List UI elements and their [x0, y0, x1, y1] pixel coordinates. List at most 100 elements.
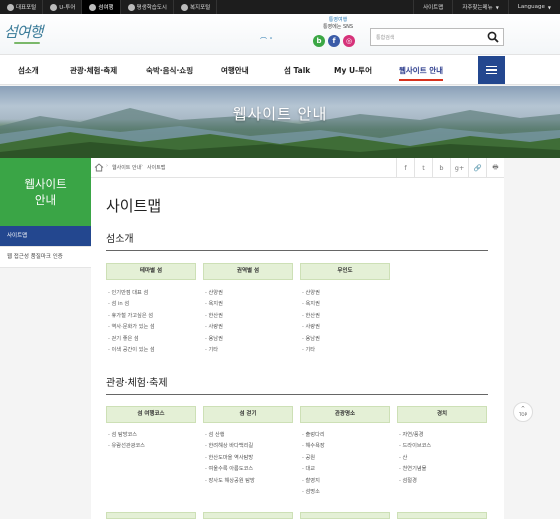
- sitemap-link[interactable]: 욕지권: [300, 299, 392, 310]
- sitemap-link[interactable]: 촬영지: [300, 476, 392, 487]
- topbar-link-learning[interactable]: 평생학습도시: [121, 0, 174, 14]
- sitemap-link[interactable]: 역사·문화가 있는 섬: [106, 322, 198, 333]
- search-icon[interactable]: [487, 31, 499, 43]
- hamburger-menu-icon[interactable]: [478, 56, 505, 84]
- sitemap-link[interactable]: 걷기 좋은 섬: [106, 334, 198, 345]
- sitemap-link[interactable]: 인기만점 대표 섬: [106, 288, 198, 299]
- main-navigation: 섬소개 관광·체험·축제 숙박·음식·쇼핑 여행안내 섬 Talk My U-투…: [0, 54, 560, 85]
- sitemap-link[interactable]: 섬명소: [300, 487, 392, 498]
- sns-links: b f ◎: [313, 35, 355, 47]
- hero-banner: 웹사이트 안내: [0, 86, 560, 158]
- sitemap-category-header[interactable]: 무인도: [300, 263, 390, 280]
- sitemap-link[interactable]: 기타: [203, 345, 295, 356]
- content-area: › 웹사이트 안내 › 사이트맵 f t b g+ 🔗 🖶 사이트맵 섬소개 테…: [91, 158, 504, 519]
- section-title: 관광·체험·축제: [106, 374, 488, 395]
- sitemap-category-header[interactable]: 관광명소: [300, 406, 390, 423]
- facebook-icon[interactable]: f: [328, 35, 340, 47]
- breadcrumb-current: 사이트맵: [147, 165, 166, 171]
- sitemap-link-list: 섬 산행 한려해상 바다백리길 한산도마을 역사탐방 여울수록 아름도코스 장사…: [203, 430, 295, 487]
- chevron-right-icon: ›: [141, 163, 143, 169]
- topbar-link-island[interactable]: 섬여행: [82, 0, 121, 14]
- sitemap-link[interactable]: 한려해상 바다백리길: [203, 441, 295, 452]
- sitemap-link[interactable]: 욕지권: [203, 299, 295, 310]
- sitemap-link-list: 산양권 욕지권 한산권 사량권 용남권 기타: [203, 288, 295, 356]
- topbar-link-welfare[interactable]: 복지포털: [174, 0, 218, 14]
- sitemap-category-header[interactable]: 섬 걷기: [203, 406, 293, 423]
- print-icon[interactable]: 🖶: [486, 158, 504, 178]
- language-dropdown[interactable]: Language ▼: [507, 0, 560, 14]
- share-tools: f t b g+ 🔗 🖶: [396, 158, 504, 178]
- sitemap-link[interactable]: 드라이브코스: [397, 441, 489, 452]
- sitemap-category-header[interactable]: 권역별 섬: [203, 263, 293, 280]
- facebook-share-icon[interactable]: f: [396, 158, 414, 178]
- topbar-link-portal[interactable]: 대표포털: [0, 0, 44, 14]
- site-logo[interactable]: 섬여행: [4, 21, 43, 42]
- sitemap-link[interactable]: 섬 탐방코스: [106, 430, 198, 441]
- nav-item-my-u-tour[interactable]: My U-투어: [334, 55, 372, 86]
- sitemap-category-header[interactable]: 테마별 섬: [106, 263, 196, 280]
- blog-share-icon[interactable]: b: [432, 158, 450, 178]
- bird-decoration-icon: ⌒ ˅: [260, 37, 273, 45]
- portal-icon: [7, 3, 14, 11]
- sitemap-category-header[interactable]: 경치: [397, 406, 487, 423]
- back-to-top-button[interactable]: ^ TOP: [513, 402, 533, 422]
- sitemap-link-list: 출렁다리 해수욕장 공원 대교 촬영지 섬명소: [300, 430, 392, 498]
- sitemap-link[interactable]: 용남권: [300, 334, 392, 345]
- instagram-icon[interactable]: ◎: [343, 35, 355, 47]
- sns-title: 통영여행 통영에는 SNS: [322, 17, 354, 30]
- sitemap-link[interactable]: 이색 공간이 있는 섬: [106, 345, 198, 356]
- sitemap-link[interactable]: 산: [397, 453, 489, 464]
- sitemap-link[interactable]: 휴가철 가고싶은 섬: [106, 311, 198, 322]
- sitemap-link[interactable]: 천연기념물: [397, 464, 489, 475]
- sitemap-link[interactable]: 출렁다리: [300, 430, 392, 441]
- sitemap-link[interactable]: 사량권: [300, 322, 392, 333]
- utility-bar: 대표포털 U-투어 섬여행 평생학습도시 복지포털 사이트맵 자주찾는메뉴 ▼ L…: [0, 0, 560, 14]
- home-icon[interactable]: [94, 163, 104, 172]
- sitemap-link[interactable]: 장사도 해상공원 탐방: [203, 476, 295, 487]
- nav-item-website-guide[interactable]: 웹사이트 안내: [399, 55, 444, 86]
- sitemap-link[interactable]: 섬절경: [397, 476, 489, 487]
- side-nav-item-accessibility[interactable]: 웹 접근성 품질마크 인증: [0, 247, 91, 268]
- nav-item-travel-guide[interactable]: 여행안내: [221, 55, 249, 86]
- page-title: 사이트맵: [106, 197, 162, 215]
- sitemap-link-list: 산양권 욕지권 한산권 사량권 용남권 기타: [300, 288, 392, 356]
- sitemap-link[interactable]: 자연/풍경: [397, 430, 489, 441]
- sitemap-link[interactable]: 유람선관광코스: [106, 441, 198, 452]
- sitemap-link[interactable]: 한산도마을 역사탐방: [203, 453, 295, 464]
- sitemap-link[interactable]: 여울수록 아름도코스: [203, 464, 295, 475]
- sitemap-category-header[interactable]: 섬 여행코스: [106, 406, 196, 423]
- nav-item-island-talk[interactable]: 섬 Talk: [284, 55, 310, 86]
- nav-item-lodging[interactable]: 숙박·음식·쇼핑: [146, 55, 193, 86]
- chevron-down-icon: ▼: [547, 4, 551, 10]
- side-nav-item-sitemap[interactable]: 사이트맵: [0, 226, 91, 247]
- topbar-link-u-tour[interactable]: U-투어: [43, 0, 83, 14]
- twitter-share-icon[interactable]: t: [414, 158, 432, 178]
- blog-icon[interactable]: b: [313, 35, 325, 47]
- sitemap-link[interactable]: 산양권: [300, 288, 392, 299]
- sitemap-link[interactable]: 대교: [300, 464, 392, 475]
- sitemap-link-list: 섬 탐방코스 유람선관광코스: [106, 430, 198, 453]
- sitemap-link[interactable]: 해수욕장: [300, 441, 392, 452]
- chevron-down-icon: ▼: [495, 4, 499, 10]
- sitemap-link[interactable]: 공원: [300, 453, 392, 464]
- sitemap-link[interactable]: 섬 산행: [203, 430, 295, 441]
- header: 섬여행 ⌒ ˅ 통영여행 통영에는 SNS b f ◎ 통합검색: [0, 14, 560, 54]
- google-plus-share-icon[interactable]: g+: [450, 158, 468, 178]
- sitemap-link[interactable]: 한산권: [300, 311, 392, 322]
- search-placeholder: 통합검색: [376, 35, 395, 41]
- sitemap-link[interactable]: 섬 in 섬: [106, 299, 198, 310]
- nav-item-tourism[interactable]: 관광·체험·축제: [70, 55, 117, 86]
- sitemap-link[interactable]: 사이트맵: [413, 0, 452, 14]
- sitemap-link[interactable]: 용남권: [203, 334, 295, 345]
- u-tour-icon: [50, 3, 58, 11]
- search-input[interactable]: 통합검색: [370, 28, 504, 46]
- breadcrumb-item[interactable]: 웹사이트 안내: [112, 164, 141, 171]
- sitemap-link[interactable]: 산양권: [203, 288, 295, 299]
- sitemap-link[interactable]: 기타: [300, 345, 392, 356]
- faq-menu-dropdown[interactable]: 자주찾는메뉴 ▼: [452, 0, 507, 14]
- heart-icon: [180, 3, 188, 11]
- nav-item-island-intro[interactable]: 섬소개: [18, 55, 39, 86]
- link-copy-icon[interactable]: 🔗: [468, 158, 486, 178]
- sitemap-link[interactable]: 한산권: [203, 311, 295, 322]
- sitemap-link[interactable]: 사량권: [203, 322, 295, 333]
